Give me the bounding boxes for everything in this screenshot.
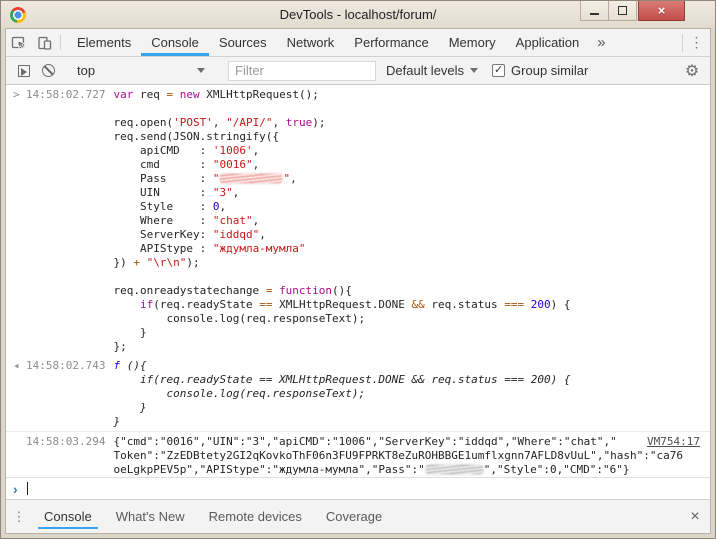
devtools-app: ElementsConsoleSourcesNetworkPerformance… [5,28,711,534]
main-menu-icon[interactable]: ⋮ [682,34,710,52]
inspect-element-icon[interactable] [6,29,32,56]
chevron-down-icon [470,68,478,73]
console-entry: >14:58:02.727 var req = new XMLHttpReques… [6,85,710,356]
chevron-down-icon [197,68,205,73]
console-toolbar: top Default levels ✓ Group similar ⚙ [6,57,710,85]
source-link[interactable]: VM754:17 [647,435,700,449]
maximize-icon [618,6,627,15]
clear-glyph [42,64,55,77]
redacted-password [426,465,483,474]
drawer-tab-remote-devices[interactable]: Remote devices [197,500,314,533]
tab-sources[interactable]: Sources [209,29,277,56]
message-text: var req = new XMLHttpRequest(); req.open… [113,88,570,354]
console-entry: ◂14:58:02.743 f (){ if(req.readyState == … [6,356,710,431]
window-controls: × [580,1,685,21]
divider [60,35,61,50]
group-similar-toggle[interactable]: ✓ Group similar [492,63,588,78]
spacer [614,29,682,56]
more-tabs-icon[interactable]: » [589,29,613,56]
tab-elements[interactable]: Elements [67,29,141,56]
drawer-menu-icon[interactable]: ⋮ [6,500,32,533]
input-chevron-icon: > [13,88,26,102]
console-sidebar-icon[interactable] [12,59,36,83]
drawer-tab-console[interactable]: Console [32,500,104,533]
log-levels-value: Default levels [386,63,464,78]
close-button[interactable]: × [638,1,685,21]
drawer-tab-what-s-new[interactable]: What's New [104,500,197,533]
titlebar[interactable]: DevTools - localhost/forum/ × [1,1,715,28]
console-messages: >14:58:02.727 var req = new XMLHttpReques… [6,85,710,477]
settings-gear-icon[interactable]: ⚙ [680,59,704,83]
drawer-tab-coverage[interactable]: Coverage [314,500,394,533]
result-arrow-icon: ◂ [13,359,26,373]
group-similar-label: Group similar [511,63,588,78]
console-entry: 14:58:03.294 {"cmd":"0016","UIN":"3","api… [6,431,710,477]
drawer-tabbar: ⋮ ConsoleWhat's NewRemote devicesCoverag… [6,499,710,533]
timestamp: 14:58:02.727 [26,88,105,102]
minimize-icon [590,13,599,15]
group-similar-checkbox[interactable]: ✓ [492,64,505,77]
prompt-chevron-icon: › [13,481,26,497]
spacer [394,500,680,533]
execution-context-selector[interactable]: top [65,63,213,78]
devtools-tabs: ElementsConsoleSourcesNetworkPerformance… [67,29,589,56]
device-toolbar-icon[interactable] [32,29,58,56]
drawer-tabs: ConsoleWhat's NewRemote devicesCoverage [32,500,394,533]
main-tabbar: ElementsConsoleSourcesNetworkPerformance… [6,29,710,57]
log-levels-dropdown[interactable]: Default levels [386,63,478,78]
redacted-password [220,174,282,183]
message-text: f (){ if(req.readyState == XMLHttpReques… [113,359,570,429]
text-cursor [27,482,28,495]
tab-application[interactable]: Application [506,29,590,56]
maximize-button[interactable] [608,1,637,21]
clear-console-icon[interactable] [36,59,60,83]
execution-context-value: top [77,63,95,78]
tab-memory[interactable]: Memory [439,29,506,56]
console-prompt[interactable]: › [6,477,710,499]
sidebar-glyph [18,65,30,77]
minimize-button[interactable] [580,1,609,21]
devtools-window: DevTools - localhost/forum/ × ElementsCo… [0,0,716,539]
timestamp: 14:58:02.743 [26,359,105,373]
drawer-close-icon[interactable]: × [680,500,710,533]
tab-console[interactable]: Console [141,29,209,56]
tab-performance[interactable]: Performance [344,29,438,56]
filter-input[interactable] [228,61,376,81]
message-text: {"cmd":"0016","UIN":"3","apiCMD":"1006",… [113,435,683,477]
tab-network[interactable]: Network [277,29,345,56]
timestamp: 14:58:03.294 [26,435,105,449]
